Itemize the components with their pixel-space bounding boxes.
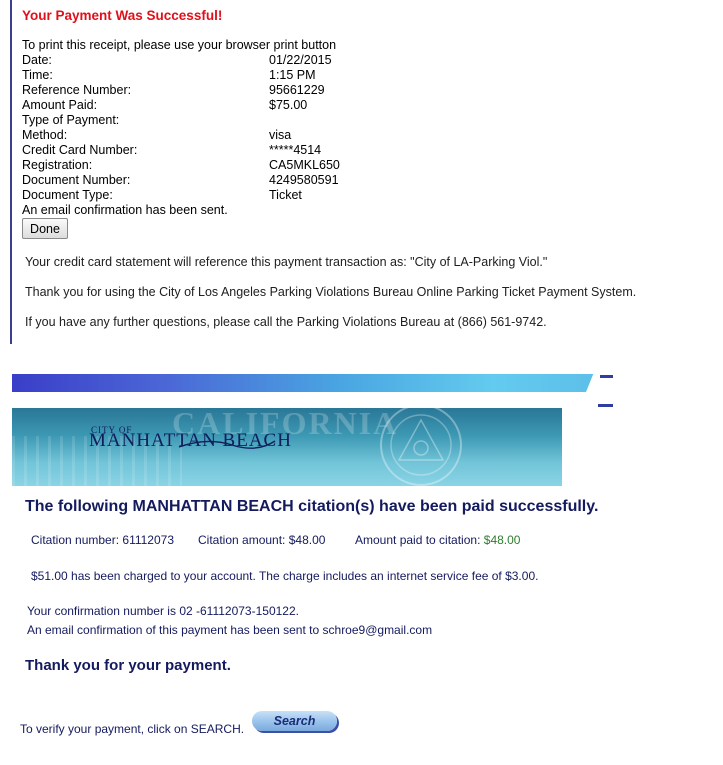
amount-paid-label: Amount paid to citation: <box>355 533 481 547</box>
document-number-label: Document Number: <box>22 173 131 187</box>
email-address: schroe9@gmail.com <box>322 623 433 637</box>
confirmation-label: Your confirmation number is <box>27 604 176 618</box>
header-gradient-bar <box>12 374 613 408</box>
statement-note: Your credit card statement will referenc… <box>25 255 548 269</box>
la-receipt-panel: Your Payment Was Successful! To print th… <box>10 0 717 344</box>
reference-number-label: Reference Number: <box>22 83 132 97</box>
method-label: Method: <box>22 128 68 142</box>
amount-paid-value: $75.00 <box>269 98 308 112</box>
done-button[interactable]: Done <box>22 218 68 239</box>
credit-card-number-value: *****4514 <box>269 143 322 157</box>
print-instruction: To print this receipt, please use your b… <box>22 38 337 52</box>
stripe-accent <box>598 404 613 407</box>
search-button[interactable]: Search <box>252 711 337 731</box>
thanks-note: Thank you for using the City of Los Ange… <box>25 285 637 299</box>
wave-icon <box>178 440 276 449</box>
success-title: Your Payment Was Successful! <box>22 8 223 23</box>
time-value: 1:15 PM <box>269 68 316 82</box>
method-value: visa <box>269 128 292 142</box>
questions-note: If you have any further questions, pleas… <box>25 315 547 329</box>
city-seal-icon <box>380 408 462 486</box>
confirmation-row: Your confirmation number is 02 -61112073… <box>27 604 299 618</box>
email-note-row: An email confirmation of this payment ha… <box>27 623 432 637</box>
registration-label: Registration: <box>22 158 93 172</box>
time-label: Time: <box>22 68 53 82</box>
type-of-payment-label: Type of Payment: <box>22 113 120 127</box>
document-type-value: Ticket <box>269 188 302 202</box>
document-number-value: 4249580591 <box>269 173 339 187</box>
amount-paid-row: Amount paid to citation: $48.00 <box>355 533 520 547</box>
citation-amount-row: Citation amount: $48.00 <box>198 533 325 547</box>
paid-headline: The following MANHATTAN BEACH citation(s… <box>25 498 599 515</box>
email-sent-note: An email confirmation has been sent. <box>22 203 228 217</box>
date-value: 01/22/2015 <box>269 53 332 67</box>
verify-instruction: To verify your payment, click on SEARCH. <box>20 722 245 736</box>
confirmation-number: 02 -61112073-150122. <box>179 604 299 618</box>
stripe-accent <box>600 375 613 378</box>
citation-amount-label: Citation amount: <box>198 533 286 547</box>
amount-paid-label: Amount Paid: <box>22 98 98 112</box>
citation-number-label: Citation number: <box>31 533 120 547</box>
registration-value: CA5MKL650 <box>269 158 340 172</box>
citation-number-value: 61112073 <box>122 533 174 547</box>
city-banner: CALIFORNIA CITY OF MANHATTAN BEACH <box>12 408 562 486</box>
date-label: Date: <box>22 53 52 67</box>
citation-amount-value: $48.00 <box>288 533 326 547</box>
amount-paid-value: $48.00 <box>483 533 521 547</box>
charge-note: $51.00 has been charged to your account.… <box>31 569 539 583</box>
credit-card-number-label: Credit Card Number: <box>22 143 138 157</box>
thank-you-heading: Thank you for your payment. <box>25 657 231 674</box>
email-note-label: An email confirmation of this payment ha… <box>27 623 320 637</box>
document-type-label: Document Type: <box>22 188 113 202</box>
reference-number-value: 95661229 <box>269 83 325 97</box>
citation-number-row: Citation number: 61112073 <box>31 533 174 547</box>
